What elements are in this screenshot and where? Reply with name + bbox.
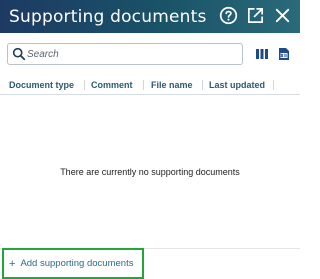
add-supporting-documents-button[interactable]: + Add supporting documents [2,248,144,279]
export-excel-icon[interactable] [277,47,291,61]
search-box[interactable] [7,43,243,65]
close-icon[interactable] [273,6,292,25]
empty-state-message: There are currently no supporting docume… [60,167,240,177]
add-supporting-documents-label: Add supporting documents [20,258,134,269]
columns-icon[interactable] [255,47,269,61]
help-icon[interactable] [219,6,238,25]
toolbar [7,43,293,65]
search-icon [12,47,26,61]
column-separator [202,80,203,90]
column-file-name[interactable]: File name [151,75,193,95]
dialog-header: Supporting documents [0,0,300,33]
dialog-title: Supporting documents [9,6,207,27]
column-separator [84,80,85,90]
plus-icon: + [9,257,16,270]
table-header: Document type Comment File name Last upd… [0,75,300,95]
column-separator [143,80,144,90]
column-comment[interactable]: Comment [91,75,133,95]
column-separator [273,80,274,90]
header-actions [219,6,292,25]
search-input[interactable] [27,46,237,62]
open-external-icon[interactable] [246,6,265,25]
column-last-updated[interactable]: Last updated [209,75,265,95]
column-document-type[interactable]: Document type [9,75,74,95]
